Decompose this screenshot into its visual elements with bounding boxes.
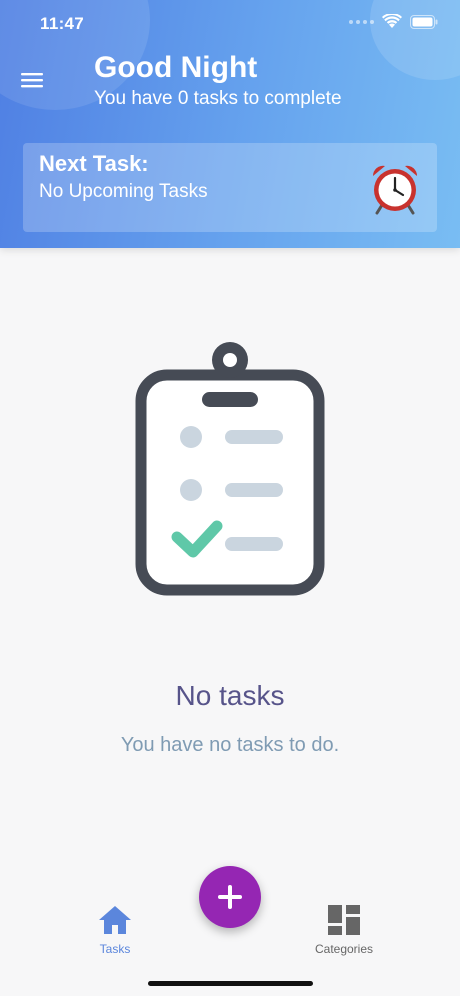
next-task-subtitle: No Upcoming Tasks [39,181,208,202]
tab-categories[interactable]: Categories [299,904,389,956]
status-bar-time: 11:47 [40,14,85,33]
home-icon [99,906,131,934]
empty-state-subtitle: You have no tasks to do. [120,734,340,756]
clipboard-checklist-icon [135,342,325,596]
next-task-title: Next Task: [39,151,149,176]
header-decoration-circle [370,0,460,80]
alarm-clock-icon [372,165,418,215]
tab-tasks-label: Tasks [99,942,131,956]
tab-categories-label: Categories [314,942,374,956]
signal-dots-icon [349,19,374,24]
next-task-card[interactable]: Next Task: No Upcoming Tasks [23,143,437,232]
hamburger-menu-icon [21,73,43,88]
plus-icon [218,885,242,909]
status-bar-icons [349,14,438,29]
app-header: 11:47 Good Night You have 0 tasks to com… [0,0,460,248]
tab-tasks[interactable]: Tasks [70,904,160,956]
menu-button[interactable] [18,68,46,92]
battery-icon [410,14,438,29]
add-task-button[interactable] [199,866,261,928]
wifi-icon [382,14,402,28]
dashboard-grid-icon [328,905,360,935]
home-indicator [148,981,313,986]
greeting-title: Good Night [94,51,258,84]
task-summary: You have 0 tasks to complete [94,88,342,109]
empty-state-title: No tasks [175,680,285,711]
